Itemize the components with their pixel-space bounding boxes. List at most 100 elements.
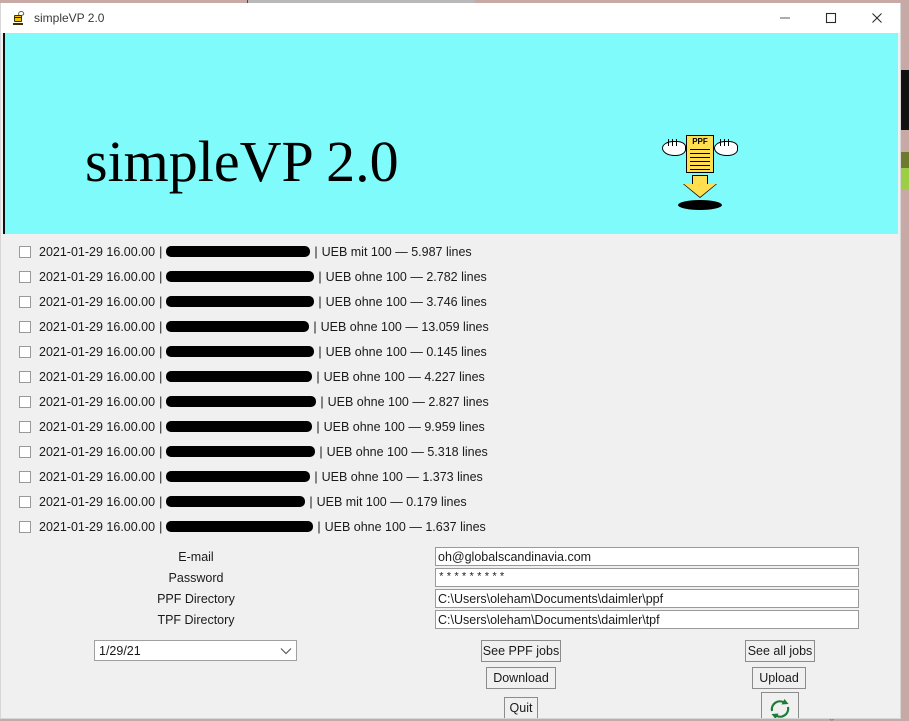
- logo-wing-detail: [728, 139, 729, 146]
- see-ppf-jobs-button[interactable]: See PPF jobs: [481, 640, 561, 662]
- job-meta: UEB ohne 100 — 9.959 lines: [324, 420, 485, 434]
- job-separator: |: [318, 270, 321, 284]
- window-title: simpleVP 2.0: [34, 11, 104, 25]
- form-row-password: Password: [1, 568, 900, 589]
- job-filename-redacted: [166, 321, 309, 332]
- job-checkbox[interactable]: [19, 271, 31, 283]
- password-field[interactable]: [435, 568, 859, 587]
- job-checkbox[interactable]: [19, 471, 31, 483]
- date-select[interactable]: 1/29/21: [94, 640, 297, 661]
- minimize-icon[interactable]: [762, 3, 808, 33]
- job-meta: UEB ohne 100 — 13.059 lines: [321, 320, 489, 334]
- tpf-directory-label: TPF Directory: [1, 610, 391, 631]
- job-list-item[interactable]: 2021-01-29 16.00.00||UEB ohne 100 — 4.22…: [3, 364, 898, 389]
- job-meta: UEB ohne 100 — 2.827 lines: [328, 395, 489, 409]
- job-label: 2021-01-29 16.00.00||UEB ohne 100 — 2.78…: [39, 270, 487, 284]
- ppf-directory-field[interactable]: [435, 589, 859, 608]
- job-separator: |: [316, 370, 319, 384]
- job-meta: UEB mit 100 — 0.179 lines: [317, 495, 467, 509]
- job-separator: |: [159, 370, 162, 384]
- job-filename-redacted: [166, 296, 314, 307]
- logo-wing-detail: [668, 139, 669, 146]
- job-checkbox[interactable]: [19, 371, 31, 383]
- job-filename-redacted: [166, 496, 305, 507]
- job-filename-redacted: [166, 246, 310, 257]
- job-label: 2021-01-29 16.00.00||UEB ohne 100 — 1.37…: [39, 470, 483, 484]
- job-list: 2021-01-29 16.00.00||UEB mit 100 — 5.987…: [3, 234, 898, 539]
- job-separator: |: [159, 270, 162, 284]
- form-row-ppf-directory: PPF Directory: [1, 589, 900, 610]
- see-all-jobs-button[interactable]: See all jobs: [745, 640, 815, 662]
- job-separator: |: [320, 395, 323, 409]
- job-list-item[interactable]: 2021-01-29 16.00.00||UEB ohne 100 — 9.95…: [3, 414, 898, 439]
- job-separator: |: [159, 470, 162, 484]
- job-separator: |: [317, 520, 320, 534]
- job-checkbox[interactable]: [19, 246, 31, 258]
- job-filename-redacted: [166, 396, 316, 407]
- job-label: 2021-01-29 16.00.00||UEB ohne 100 — 3.74…: [39, 295, 487, 309]
- job-label: 2021-01-29 16.00.00||UEB mit 100 — 0.179…: [39, 495, 467, 509]
- settings-form: E-mail Password PPF Directory TPF Direct…: [1, 547, 900, 631]
- job-list-item[interactable]: 2021-01-29 16.00.00||UEB ohne 100 — 1.63…: [3, 514, 898, 539]
- job-list-item[interactable]: 2021-01-29 16.00.00||UEB ohne 100 — 3.74…: [3, 289, 898, 314]
- logo-wing-detail: [672, 139, 673, 146]
- job-checkbox[interactable]: [19, 446, 31, 458]
- quit-button[interactable]: Quit: [504, 697, 538, 719]
- background-right-dark-block: [901, 70, 909, 130]
- job-label: 2021-01-29 16.00.00||UEB ohne 100 — 1.63…: [39, 520, 486, 534]
- job-meta: UEB ohne 100 — 5.318 lines: [327, 445, 488, 459]
- job-timestamp: 2021-01-29 16.00.00: [39, 520, 155, 534]
- job-checkbox[interactable]: [19, 321, 31, 333]
- job-checkbox[interactable]: [19, 496, 31, 508]
- upload-button[interactable]: Upload: [752, 667, 806, 689]
- job-list-item[interactable]: 2021-01-29 16.00.00||UEB ohne 100 — 5.31…: [3, 439, 898, 464]
- job-checkbox[interactable]: [19, 521, 31, 533]
- job-meta: UEB ohne 100 — 1.637 lines: [325, 520, 486, 534]
- job-list-item[interactable]: 2021-01-29 16.00.00||UEB ohne 100 — 13.0…: [3, 314, 898, 339]
- job-filename-redacted: [166, 471, 310, 482]
- logo-wing-detail: [720, 139, 721, 146]
- logo-wing-left: [662, 141, 686, 156]
- job-list-item[interactable]: 2021-01-29 16.00.00||UEB mit 100 — 0.179…: [3, 489, 898, 514]
- close-icon[interactable]: [854, 3, 900, 33]
- title-bar: simpleVP 2.0: [1, 3, 900, 33]
- job-checkbox[interactable]: [19, 296, 31, 308]
- job-separator: |: [309, 495, 312, 509]
- job-label: 2021-01-29 16.00.00||UEB ohne 100 — 4.22…: [39, 370, 485, 384]
- header-banner: simpleVP 2.0 PPF: [3, 33, 898, 234]
- job-checkbox[interactable]: [19, 346, 31, 358]
- job-checkbox[interactable]: [19, 421, 31, 433]
- job-label: 2021-01-29 16.00.00||UEB ohne 100 — 13.0…: [39, 320, 489, 334]
- job-filename-redacted: [166, 446, 315, 457]
- maximize-icon[interactable]: [808, 3, 854, 33]
- window-controls: [762, 3, 900, 33]
- refresh-icon[interactable]: [761, 692, 799, 719]
- tpf-directory-field[interactable]: [435, 610, 859, 629]
- job-list-item[interactable]: 2021-01-29 16.00.00||UEB ohne 100 — 0.14…: [3, 339, 898, 364]
- job-label: 2021-01-29 16.00.00||UEB ohne 100 — 0.14…: [39, 345, 487, 359]
- job-separator: |: [159, 495, 162, 509]
- job-meta: UEB ohne 100 — 3.746 lines: [326, 295, 487, 309]
- job-filename-redacted: [166, 271, 314, 282]
- job-timestamp: 2021-01-29 16.00.00: [39, 470, 155, 484]
- job-label: 2021-01-29 16.00.00||UEB ohne 100 — 9.95…: [39, 420, 485, 434]
- job-list-item[interactable]: 2021-01-29 16.00.00||UEB ohne 100 — 2.78…: [3, 264, 898, 289]
- application-window: simpleVP 2.0 simpleVP 2.0 PP: [0, 3, 901, 719]
- job-checkbox[interactable]: [19, 396, 31, 408]
- password-label: Password: [1, 568, 391, 589]
- job-list-item[interactable]: 2021-01-29 16.00.00||UEB ohne 100 — 1.37…: [3, 464, 898, 489]
- email-field[interactable]: [435, 547, 859, 566]
- form-row-tpf-directory: TPF Directory: [1, 610, 900, 631]
- job-separator: |: [318, 295, 321, 309]
- controls-area: 1/29/21 See PPF jobs Download Quit See a…: [1, 640, 900, 719]
- job-timestamp: 2021-01-29 16.00.00: [39, 395, 155, 409]
- job-separator: |: [159, 320, 162, 334]
- job-list-item[interactable]: 2021-01-29 16.00.00||UEB mit 100 — 5.987…: [3, 239, 898, 264]
- job-timestamp: 2021-01-29 16.00.00: [39, 320, 155, 334]
- job-list-item[interactable]: 2021-01-29 16.00.00||UEB ohne 100 — 2.82…: [3, 389, 898, 414]
- job-separator: |: [316, 420, 319, 434]
- job-separator: |: [159, 245, 162, 259]
- logo-wing-detail: [724, 139, 725, 146]
- download-button[interactable]: Download: [486, 667, 556, 689]
- page-title: simpleVP 2.0: [85, 128, 399, 195]
